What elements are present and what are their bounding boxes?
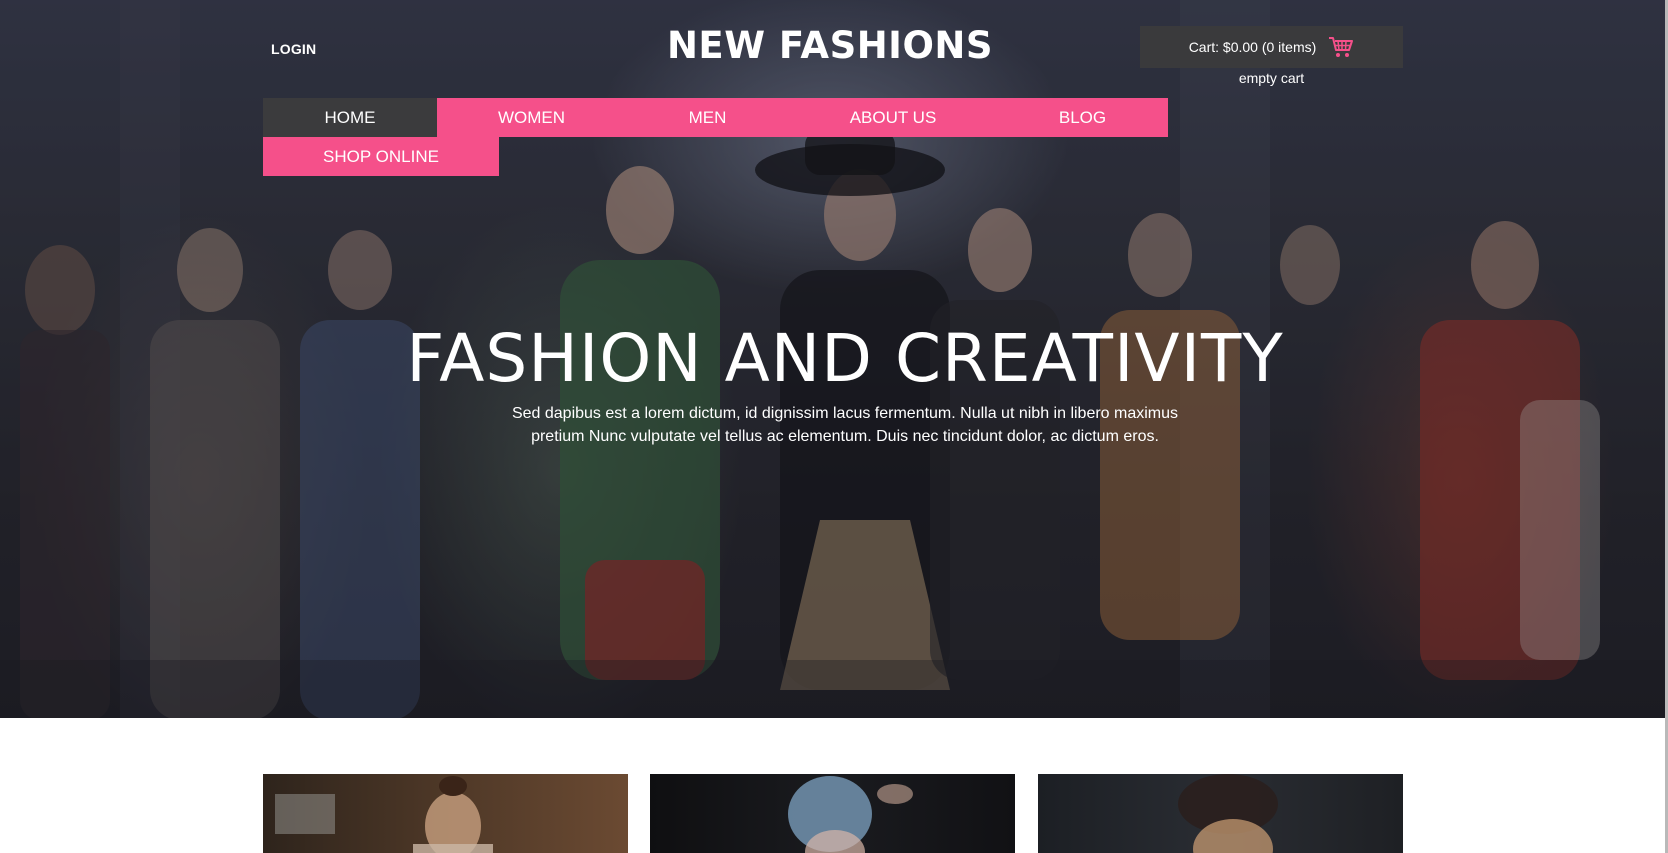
nav-item-men[interactable]: MEN (626, 98, 789, 137)
site-title[interactable]: NEW FASHIONS (560, 24, 1100, 67)
hero-description-line-1: Sed dapibus est a lorem dictum, id digni… (511, 405, 1179, 422)
nav-item-home[interactable]: HOME (263, 98, 437, 137)
cart-summary: Cart: $0.00 (0 items) (1188, 39, 1317, 55)
cart-button[interactable]: Cart: $0.00 (0 items) (1140, 26, 1403, 68)
feature-image-2[interactable] (650, 774, 1015, 853)
feature-image-1[interactable] (263, 774, 628, 853)
hero-title: FASHION AND CREATIVITY (406, 320, 1284, 397)
model-photo-2 (788, 776, 913, 853)
feature-image-3[interactable] (1038, 774, 1403, 853)
nav-row-secondary: SHOP ONLINE (263, 137, 1168, 176)
nav-item-blog[interactable]: BLOG (997, 98, 1168, 137)
hero-description-line-2: pretium Nunc vulputate vel tellus ac ele… (531, 428, 1159, 445)
hero-description: Sed dapibus est a lorem dictum, id digni… (500, 402, 1190, 448)
model-photo-1 (275, 776, 493, 853)
empty-cart-link[interactable]: empty cart (1140, 70, 1403, 86)
login-link[interactable]: LOGIN (271, 41, 316, 57)
shopping-cart-icon (1328, 35, 1354, 59)
page: LOGIN NEW FASHIONS Cart: $0.00 (0 items)… (0, 0, 1668, 853)
main-nav: HOME WOMEN MEN ABOUT US BLOG SHOP ONLINE (263, 98, 1168, 176)
model-photo-3 (1178, 774, 1278, 853)
nav-item-about-us[interactable]: ABOUT US (789, 98, 997, 137)
nav-item-women[interactable]: WOMEN (437, 98, 626, 137)
nav-item-shop-online[interactable]: SHOP ONLINE (263, 137, 499, 176)
nav-row-primary: HOME WOMEN MEN ABOUT US BLOG (263, 98, 1168, 137)
